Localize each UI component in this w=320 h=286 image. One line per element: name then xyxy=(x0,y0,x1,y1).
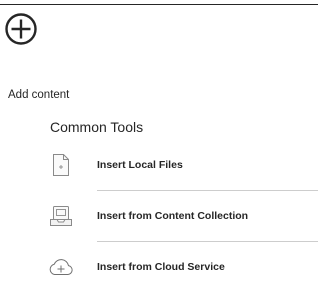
cloud-add-icon xyxy=(48,254,74,280)
group-title: Common Tools xyxy=(50,119,144,135)
insert-from-cloud-service-item[interactable]: Insert from Cloud Service xyxy=(48,242,318,286)
file-icon xyxy=(48,152,74,178)
content-collection-icon xyxy=(48,203,74,229)
add-content-button[interactable] xyxy=(4,12,38,46)
add-content-panel: Add content Common Tools Insert Local Fi… xyxy=(0,0,318,286)
insert-local-files-item[interactable]: Insert Local Files xyxy=(48,140,318,190)
plus-circle-icon xyxy=(5,13,37,45)
section-title: Add content xyxy=(8,89,70,101)
insert-from-content-collection-item[interactable]: Insert from Content Collection xyxy=(48,191,318,241)
top-divider xyxy=(0,4,318,5)
tool-label: Insert from Cloud Service xyxy=(97,261,225,273)
tool-list: Insert Local Files Insert from Content C… xyxy=(48,140,318,286)
tool-label: Insert Local Files xyxy=(97,159,183,171)
tool-label: Insert from Content Collection xyxy=(97,210,249,222)
